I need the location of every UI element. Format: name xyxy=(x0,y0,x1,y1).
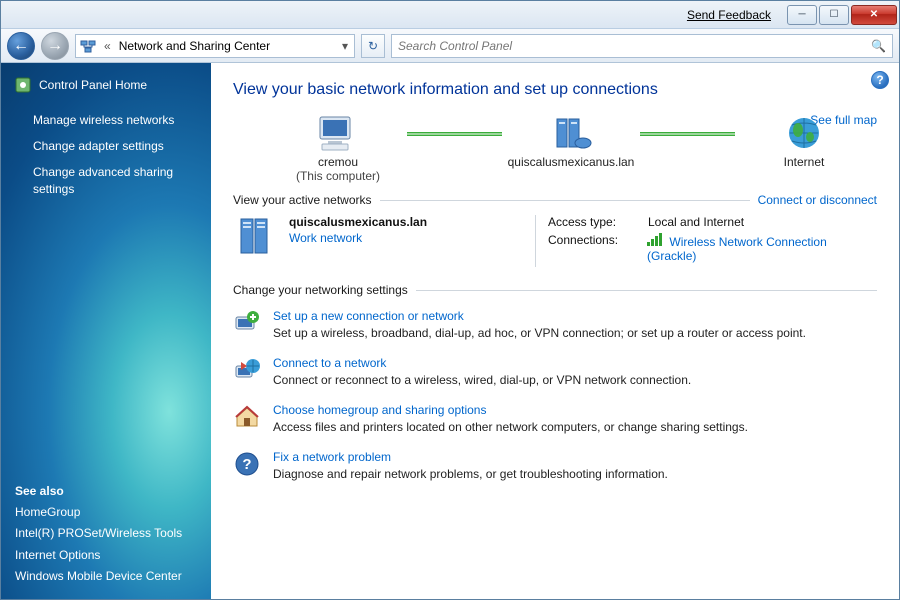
setting-fix-problem[interactable]: ? Fix a network problem Diagnose and rep… xyxy=(233,450,877,481)
active-network-row: quiscalusmexicanus.lan Work network Acce… xyxy=(233,215,877,267)
map-node-this-computer[interactable]: cremou (This computer) xyxy=(273,113,403,183)
breadcrumb-prefix: « xyxy=(102,39,113,53)
search-input[interactable]: Search Control Panel 🔍 xyxy=(391,34,893,58)
page-title: View your basic network information and … xyxy=(233,81,877,99)
map-link-1 xyxy=(407,132,502,136)
setting-connect-network[interactable]: Connect to a network Connect or reconnec… xyxy=(233,356,877,387)
active-networks-heading: View your active networks xyxy=(233,193,372,207)
map-node-internet[interactable]: Internet xyxy=(739,113,869,183)
active-networks-heading-row: View your active networks Connect or dis… xyxy=(233,193,877,207)
divider xyxy=(416,290,877,291)
server-icon xyxy=(233,215,277,259)
refresh-button[interactable]: ↻ xyxy=(361,34,385,58)
connections-key: Connections: xyxy=(548,233,637,263)
active-network-name: quiscalusmexicanus.lan xyxy=(289,215,427,229)
see-also-homegroup[interactable]: HomeGroup xyxy=(15,504,197,520)
navbar: ← → « Network and Sharing Center ▾ ↻ Sea… xyxy=(1,29,899,63)
active-network-identity[interactable]: quiscalusmexicanus.lan Work network xyxy=(233,215,523,267)
access-type-value: Local and Internet xyxy=(648,215,744,229)
map-node2-label: quiscalusmexicanus.lan xyxy=(508,155,635,169)
vertical-divider xyxy=(535,215,536,267)
refresh-icon: ↻ xyxy=(368,39,378,53)
sidebar: Control Panel Home Manage wireless netwo… xyxy=(1,63,211,599)
sidebar-link-adapter-settings[interactable]: Change adapter settings xyxy=(33,138,197,154)
connect-network-icon xyxy=(233,356,261,387)
setting-desc: Connect or reconnect to a wireless, wire… xyxy=(273,373,691,387)
active-network-details: Access type: Local and Internet Connecti… xyxy=(548,215,877,267)
map-node1-sub: (This computer) xyxy=(296,169,380,183)
window-frame: Send Feedback ─ ☐ ✕ ← → « Network and Sh… xyxy=(0,0,900,600)
arrow-right-icon: → xyxy=(47,37,63,55)
access-type-key: Access type: xyxy=(548,215,638,229)
computer-icon xyxy=(314,113,362,155)
map-link-2 xyxy=(640,132,735,136)
control-panel-home-label: Control Panel Home xyxy=(39,78,147,92)
setting-title[interactable]: Choose homegroup and sharing options xyxy=(273,403,748,417)
svg-text:?: ? xyxy=(242,456,251,473)
send-feedback-link[interactable]: Send Feedback xyxy=(687,8,771,22)
network-map: cremou (This computer) quiscalusmexicanu… xyxy=(273,113,877,183)
control-panel-home-link[interactable]: Control Panel Home xyxy=(15,77,197,93)
network-center-icon xyxy=(80,38,96,54)
globe-icon xyxy=(780,113,828,155)
search-icon: 🔍 xyxy=(871,39,886,53)
maximize-button[interactable]: ☐ xyxy=(819,5,849,25)
control-panel-icon xyxy=(15,77,31,93)
connect-disconnect-link[interactable]: Connect or disconnect xyxy=(758,193,877,207)
setting-setup-connection[interactable]: Set up a new connection or network Set u… xyxy=(233,309,877,340)
active-network-type-link[interactable]: Work network xyxy=(289,231,362,245)
back-button[interactable]: ← xyxy=(7,32,35,60)
setting-title[interactable]: Connect to a network xyxy=(273,356,691,370)
homegroup-icon xyxy=(233,403,261,434)
setting-homegroup[interactable]: Choose homegroup and sharing options Acc… xyxy=(233,403,877,434)
forward-button[interactable]: → xyxy=(41,32,69,60)
sidebar-link-advanced-sharing[interactable]: Change advanced sharing settings xyxy=(33,164,197,196)
see-also-wmdc[interactable]: Windows Mobile Device Center xyxy=(15,568,197,584)
search-placeholder: Search Control Panel xyxy=(398,39,512,53)
minimize-button[interactable]: ─ xyxy=(787,5,817,25)
see-also-heading: See also xyxy=(15,484,197,498)
troubleshoot-icon: ? xyxy=(233,450,261,481)
settings-list: Set up a new connection or network Set u… xyxy=(233,309,877,481)
setting-title[interactable]: Set up a new connection or network xyxy=(273,309,806,323)
setting-desc: Diagnose and repair network problems, or… xyxy=(273,467,668,481)
see-also-internet-options[interactable]: Internet Options xyxy=(15,547,197,563)
divider xyxy=(380,200,750,201)
sidebar-bottom: See also HomeGroup Intel(R) PROSet/Wirel… xyxy=(15,484,197,589)
settings-heading: Change your networking settings xyxy=(233,283,408,297)
arrow-left-icon: ← xyxy=(13,37,29,55)
breadcrumb[interactable]: « Network and Sharing Center ▾ xyxy=(75,34,355,58)
see-also-intel-proset[interactable]: Intel(R) PROSet/Wireless Tools xyxy=(15,525,197,541)
map-node1-label: cremou xyxy=(318,155,358,169)
window-controls: ─ ☐ ✕ xyxy=(785,5,897,25)
setting-desc: Access files and printers located on oth… xyxy=(273,420,748,434)
close-button[interactable]: ✕ xyxy=(851,5,897,25)
setting-desc: Set up a wireless, broadband, dial-up, a… xyxy=(273,326,806,340)
settings-heading-row: Change your networking settings xyxy=(233,283,877,297)
sidebar-link-manage-wireless[interactable]: Manage wireless networks xyxy=(33,112,197,128)
signal-icon xyxy=(647,233,662,246)
body: Control Panel Home Manage wireless netwo… xyxy=(1,63,899,599)
setting-title[interactable]: Fix a network problem xyxy=(273,450,668,464)
gateway-icon xyxy=(547,113,595,155)
connection-link[interactable]: Wireless Network Connection (Grackle) xyxy=(647,235,827,263)
content: ? View your basic network information an… xyxy=(211,63,899,599)
map-node-gateway[interactable]: quiscalusmexicanus.lan xyxy=(506,113,636,183)
chevron-down-icon[interactable]: ▾ xyxy=(340,39,350,53)
map-node3-label: Internet xyxy=(784,155,825,169)
titlebar: Send Feedback ─ ☐ ✕ xyxy=(1,1,899,29)
help-icon[interactable]: ? xyxy=(871,71,889,89)
breadcrumb-text: Network and Sharing Center xyxy=(119,39,270,53)
setup-connection-icon xyxy=(233,309,261,340)
